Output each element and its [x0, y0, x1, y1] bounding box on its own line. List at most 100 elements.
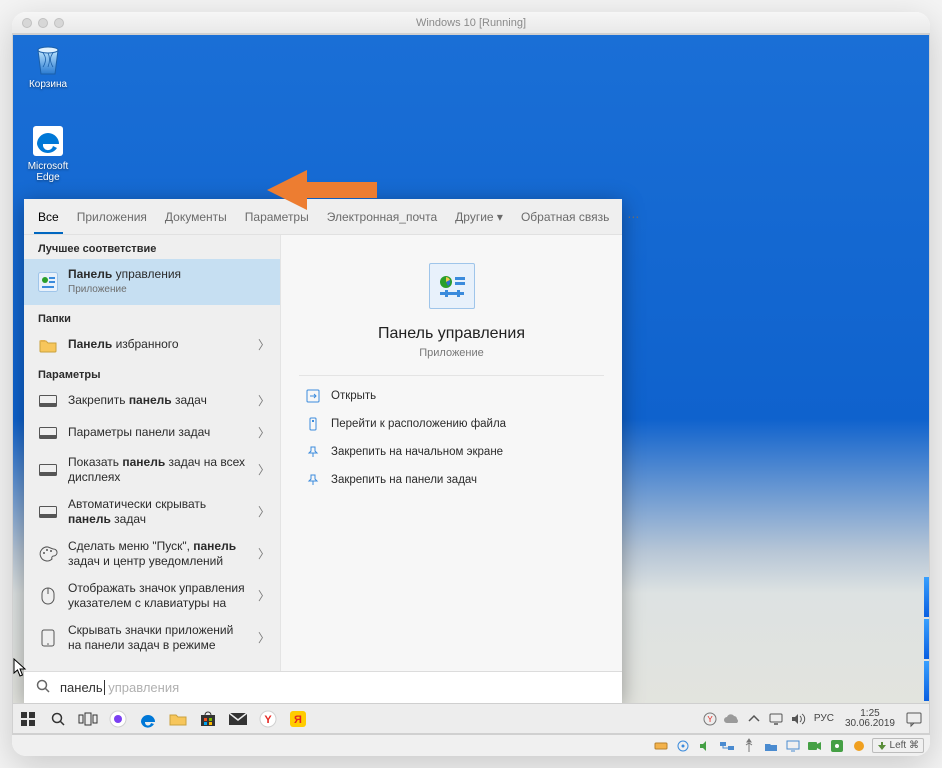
host-hdd-icon[interactable] [652, 738, 670, 754]
vm-host-statusbar: Left ⌘ [12, 734, 930, 756]
taskbar-yandex-browser[interactable]: Y [253, 704, 283, 734]
mouse-icon [38, 586, 58, 606]
host-display-icon[interactable] [784, 738, 802, 754]
tray-volume-icon[interactable] [789, 704, 807, 734]
start-button[interactable] [13, 704, 43, 734]
search-results-list: Лучшее соответствие Панель управления Пр… [24, 235, 280, 671]
search-tab-docs[interactable]: Документы [161, 199, 231, 234]
folder-icon [38, 335, 58, 355]
taskbar-icon [38, 460, 58, 480]
search-preview-pane: Панель управления Приложение Открыть Пер… [280, 235, 622, 671]
tray-clock[interactable]: 1:25 30.06.2019 [841, 709, 899, 729]
preview-action-file-location[interactable]: Перейти к расположению файла [299, 410, 604, 438]
result-setting-mouse-keys-icon[interactable]: Отображать значок управления указателем … [24, 575, 280, 617]
tray-network-icon[interactable] [767, 704, 785, 734]
search-tab-email[interactable]: Электронная_почта [323, 199, 441, 234]
taskbar-search-button[interactable] [43, 704, 73, 734]
preview-title: Панель управления [378, 325, 525, 343]
action-center-button[interactable] [903, 704, 925, 734]
desktop-icon-recycle-bin[interactable]: Корзина [19, 41, 77, 90]
chevron-right-icon: 〉 [258, 392, 270, 409]
host-net-icon[interactable] [718, 738, 736, 754]
svg-text:Y: Y [264, 714, 272, 726]
start-search-panel: Все Приложения Документы Параметры Элект… [24, 199, 622, 703]
search-tab-feedback[interactable]: Обратная связь [517, 199, 613, 234]
control-panel-icon [38, 272, 58, 292]
taskbar-icon [38, 391, 58, 411]
search-tab-all[interactable]: Все [34, 199, 63, 234]
preview-action-open[interactable]: Открыть [299, 382, 604, 410]
tablet-icon [38, 628, 58, 648]
chevron-right-icon: 〉 [258, 503, 270, 520]
window-title: Windows 10 [Running] [12, 17, 930, 29]
taskbar-edge[interactable] [133, 704, 163, 734]
outer-card: Windows 10 [Running] Корзина Microsoft E… [12, 12, 930, 756]
section-best-match: Лучшее соответствие [24, 235, 280, 259]
preview-control-panel-icon [429, 263, 475, 309]
taskbar-explorer[interactable] [163, 704, 193, 734]
result-title-rest: управления [112, 267, 181, 281]
result-setting-show-taskbar-all-displays[interactable]: Показать панель задач на всех дисплеях 〉 [24, 449, 280, 491]
search-tab-apps[interactable]: Приложения [73, 199, 151, 234]
tray-language[interactable]: РУС [811, 713, 837, 724]
result-setting-hide-app-icons[interactable]: Скрывать значки приложений на панели зад… [24, 617, 280, 659]
palette-icon [38, 544, 58, 564]
mouse-cursor-icon [13, 658, 27, 683]
result-setting-taskbar-params[interactable]: Параметры панели задач 〉 [24, 417, 280, 449]
taskbar-icon [38, 423, 58, 443]
chevron-right-icon: 〉 [258, 461, 270, 478]
search-tab-overflow[interactable]: ⋯ [623, 199, 643, 234]
host-settings-icon[interactable] [828, 738, 846, 754]
section-folders: Папки [24, 305, 280, 329]
search-tab-more[interactable]: Другие ▾ [451, 199, 507, 234]
host-cd-icon[interactable] [674, 738, 692, 754]
host-key-indicator[interactable]: Left ⌘ [872, 738, 924, 753]
pin-start-icon [305, 444, 321, 460]
host-audio-icon[interactable] [696, 738, 714, 754]
host-usb-icon[interactable] [740, 738, 758, 754]
host-shared-icon[interactable] [762, 738, 780, 754]
mac-titlebar: Windows 10 [Running] [12, 12, 930, 34]
taskbar-mail[interactable] [223, 704, 253, 734]
preview-action-pin-start[interactable]: Закрепить на начальном экране [299, 438, 604, 466]
pin-taskbar-icon [305, 472, 321, 488]
search-tabs: Все Приложения Документы Параметры Элект… [24, 199, 622, 235]
svg-text:Y: Y [707, 715, 713, 724]
desktop-icon-label: Microsoft Edge [28, 161, 69, 183]
host-camera-icon[interactable] [806, 738, 824, 754]
taskbar-yandex-alice[interactable] [103, 704, 133, 734]
result-control-panel[interactable]: Панель управления Приложение [24, 259, 280, 305]
result-folder-favorites-panel[interactable]: Панель избранного 〉 [24, 329, 280, 361]
tray-yandex-icon[interactable]: Y [701, 704, 719, 734]
preview-action-pin-taskbar[interactable]: Закрепить на панели задач [299, 466, 604, 494]
tray-onedrive-icon[interactable] [723, 704, 741, 734]
chevron-right-icon: 〉 [258, 424, 270, 441]
open-app-icon [305, 388, 321, 404]
host-power-icon[interactable] [850, 738, 868, 754]
separator [299, 375, 604, 376]
chevron-right-icon: 〉 [258, 336, 270, 353]
search-tab-settings[interactable]: Параметры [241, 199, 313, 234]
desktop-icon-edge[interactable]: Microsoft Edge [19, 123, 77, 183]
recycle-bin-icon [31, 41, 65, 77]
result-setting-start-colors[interactable]: Сделать меню "Пуск", панель задач и цент… [24, 533, 280, 575]
edge-icon [31, 123, 65, 159]
search-input[interactable]: панель управления [24, 671, 622, 703]
preview-subtitle: Приложение [419, 347, 484, 359]
search-icon [36, 679, 50, 696]
system-tray: Y РУС 1:25 30.06.2019 [701, 704, 929, 734]
chevron-right-icon: 〉 [258, 587, 270, 604]
result-setting-autohide-taskbar[interactable]: Автоматически скрывать панель задач 〉 [24, 491, 280, 533]
taskbar-yandex-search[interactable]: Я [283, 704, 313, 734]
result-setting-pin-taskbar[interactable]: Закрепить панель задач 〉 [24, 385, 280, 417]
search-ghost: управления [105, 680, 180, 695]
folder-location-icon [305, 416, 321, 432]
taskbar-store[interactable] [193, 704, 223, 734]
section-settings: Параметры [24, 361, 280, 385]
tray-chevron-up-icon[interactable] [745, 704, 763, 734]
result-subtitle: Приложение [68, 284, 270, 297]
result-title-bold: Панель [68, 267, 112, 281]
svg-text:Я: Я [294, 714, 302, 726]
taskbar-icon [38, 502, 58, 522]
task-view-button[interactable] [73, 704, 103, 734]
